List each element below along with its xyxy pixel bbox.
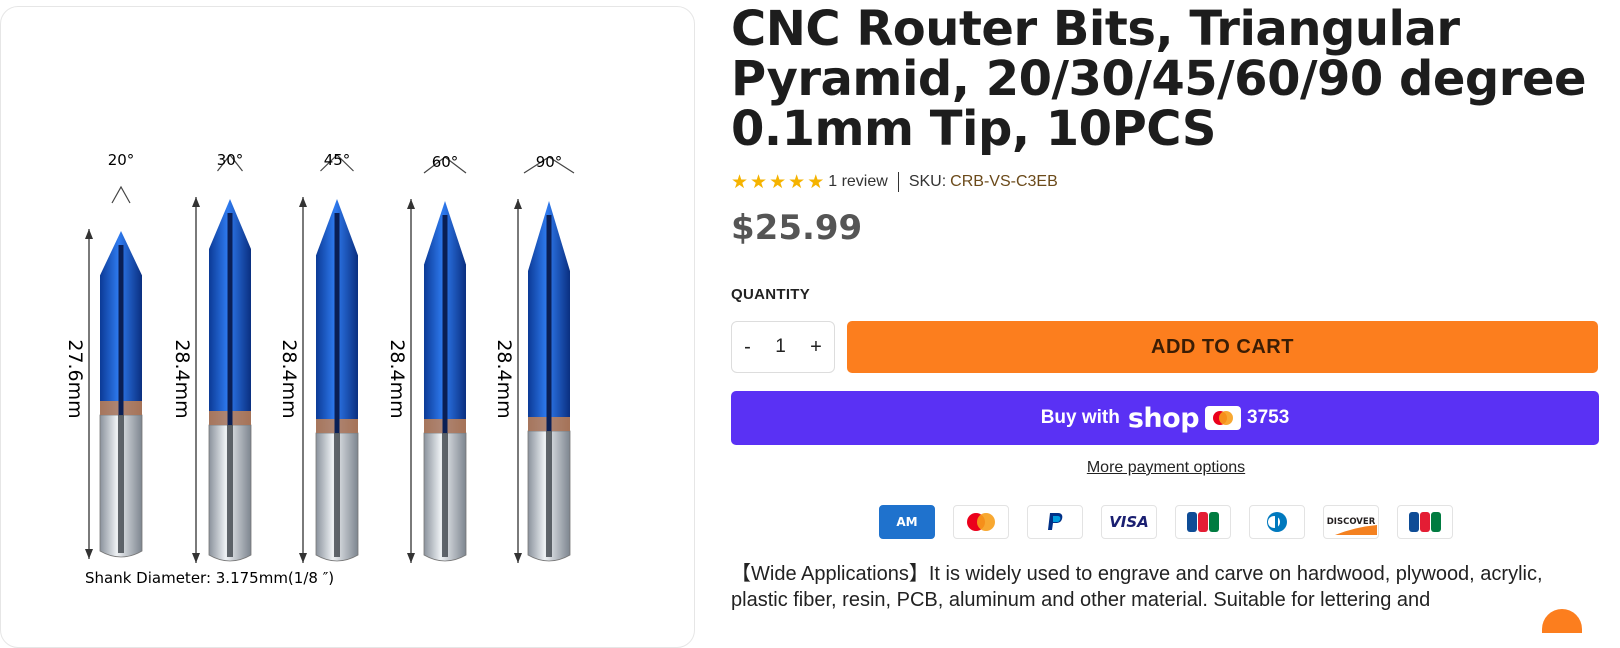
shop-pay-button[interactable]: Buy with shop 3753: [731, 391, 1599, 445]
angle-label: 60°: [432, 153, 459, 171]
product-info: CNC Router Bits, Triangular Pyramid, 20/…: [731, 0, 1601, 613]
svg-text:VISA: VISA: [1109, 513, 1149, 531]
payment-icons: AM VISA DISCOVER: [731, 505, 1601, 539]
more-payment-options-link[interactable]: More payment options: [731, 459, 1601, 477]
dimension-arrowhead: [299, 197, 307, 207]
paypal-icon: [1027, 505, 1083, 539]
product-price: $25.99: [731, 208, 863, 248]
bit-flute: [118, 415, 124, 553]
product-image[interactable]: 20° 30° 45° 60° 90° 27.6mm 28.4mm 28.4mm…: [1, 7, 694, 647]
star-icon: ★: [807, 171, 825, 193]
add-to-cart-button[interactable]: ADD TO CART: [847, 321, 1598, 373]
svg-text:DISCOVER: DISCOVER: [1327, 517, 1376, 527]
product-title: CNC Router Bits, Triangular Pyramid, 20/…: [731, 1, 1587, 157]
quantity-stepper[interactable]: - 1 +: [731, 321, 835, 373]
quantity-input[interactable]: 1: [775, 336, 786, 358]
sku-value: CRB-VS-C3EB: [950, 173, 1058, 190]
angle-marker: [111, 185, 131, 204]
length-label: 28.4mm: [171, 339, 193, 418]
dimension-arrowhead: [192, 197, 200, 207]
product-meta: ★ ★ ★ ★ ★ 1 review SKU: CRB-VS-C3EB: [731, 172, 1601, 192]
diners-icon: [1249, 505, 1305, 539]
dimension-arrowhead: [514, 199, 522, 209]
star-icon: ★: [750, 171, 768, 193]
length-label: 28.4mm: [278, 339, 300, 418]
mastercard-icon: [1205, 406, 1242, 430]
jcb-icon: [1175, 505, 1231, 539]
dimension-arrowhead: [192, 553, 200, 563]
jcb-icon: [1397, 505, 1453, 539]
bit-flute: [334, 433, 340, 557]
angle-label: 90°: [536, 153, 563, 171]
shop-logo: shop: [1127, 402, 1200, 434]
svg-text:AM: AM: [896, 515, 917, 529]
bit-flute: [442, 433, 448, 557]
quantity-label: QUANTITY: [731, 286, 811, 303]
amex-icon: AM: [879, 505, 935, 539]
review-count-link[interactable]: 1 review: [828, 173, 888, 191]
dimension-arrowhead: [514, 553, 522, 563]
star-icon: ★: [788, 171, 806, 193]
product-description: 【Wide Applications】It is widely used to …: [731, 563, 1543, 611]
angle-label: 45°: [324, 151, 351, 169]
card-last4: 3753: [1247, 407, 1290, 428]
bit-flute: [227, 425, 233, 557]
dimension-arrowhead: [85, 549, 93, 559]
bit-flute: [546, 431, 552, 557]
length-label: 28.4mm: [493, 339, 515, 418]
purchase-row: - 1 + ADD TO CART: [731, 321, 1601, 373]
angle-label: 30°: [217, 151, 244, 169]
dimension-arrowhead: [85, 229, 93, 239]
shop-pay-prefix: Buy with: [1040, 407, 1120, 428]
dimension-arrowhead: [407, 199, 415, 209]
dimension-arrowhead: [407, 553, 415, 563]
discover-icon: DISCOVER: [1323, 505, 1379, 539]
product-image-frame[interactable]: 20° 30° 45° 60° 90° 27.6mm 28.4mm 28.4mm…: [0, 6, 695, 648]
decrease-quantity-button[interactable]: -: [744, 336, 751, 359]
visa-icon: VISA: [1101, 505, 1157, 539]
shank-diameter-label: Shank Diameter: 3.175mm(1/8 ″): [85, 569, 334, 587]
dimension-arrowhead: [299, 553, 307, 563]
angle-label: 20°: [108, 151, 135, 169]
increase-quantity-button[interactable]: +: [810, 336, 822, 359]
length-label: 28.4mm: [386, 339, 408, 418]
mastercard-icon: [953, 505, 1009, 539]
star-icon: ★: [731, 171, 749, 193]
star-icon: ★: [769, 171, 787, 193]
length-label: 27.6mm: [64, 339, 86, 418]
sku-label: SKU:: [908, 173, 947, 190]
rating-stars[interactable]: ★ ★ ★ ★ ★: [731, 173, 824, 192]
divider: [897, 172, 899, 192]
